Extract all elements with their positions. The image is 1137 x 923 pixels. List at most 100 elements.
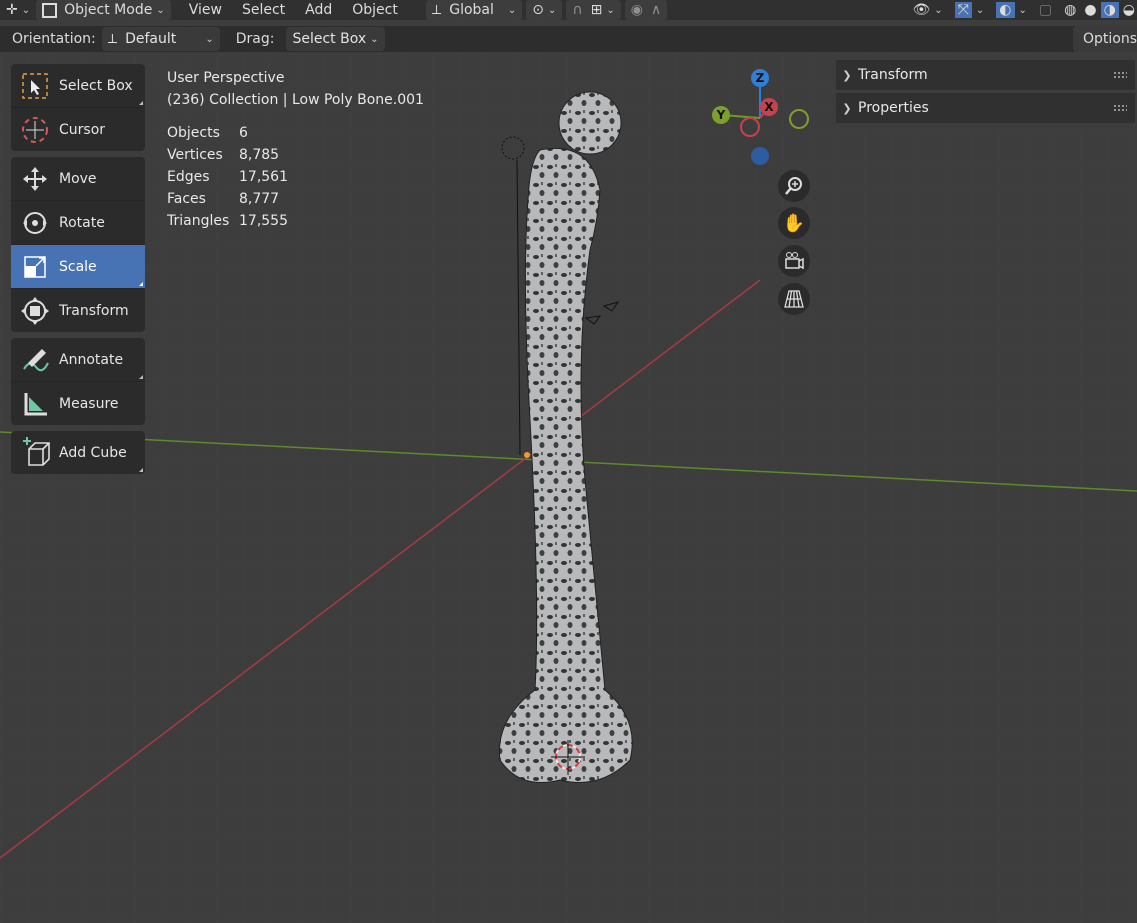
snap-toggle[interactable]: ∩ ⊞ ⌄ [566, 0, 621, 20]
menu-view[interactable]: View [183, 0, 228, 20]
snap-increment-icon: ⊞ [590, 2, 603, 18]
xray-icon: ▢ [1038, 2, 1053, 18]
perspective-toggle-button[interactable] [778, 283, 810, 315]
stat-row-triangles: Triangles 17,555 [167, 210, 288, 232]
stat-label: Objects [167, 125, 220, 141]
overlays-toggle[interactable]: ◐ ⌄ [990, 0, 1033, 20]
menu-select[interactable]: Select [236, 0, 291, 20]
pan-button[interactable]: ✋ [778, 207, 810, 239]
wireframe-shading-icon: ◍ [1064, 2, 1077, 18]
tool-scale[interactable]: Scale [11, 245, 145, 289]
navigation-gizmo[interactable]: Z Y X [700, 60, 820, 170]
cursor-icon [11, 108, 59, 151]
tool-move[interactable]: Move [11, 157, 145, 201]
toolbar-group-annotate: Annotate Measure [11, 338, 145, 425]
gizmo-neg-z[interactable] [751, 147, 769, 165]
chevron-down-icon: ⌄ [975, 4, 985, 16]
rotate-icon [11, 201, 59, 244]
options-button[interactable]: Options [1072, 26, 1137, 52]
chevron-down-icon: ⌄ [370, 33, 379, 45]
tool-variants-indicator [139, 101, 143, 105]
chevron-down-icon: ⌄ [21, 4, 31, 16]
gizmo-neg-y[interactable] [789, 109, 809, 129]
chevron-down-icon: ⌄ [548, 4, 557, 16]
chevron-right-icon: ❯ [842, 68, 852, 82]
editor-type-button[interactable]: ✛ ⌄ [0, 0, 36, 20]
chevron-down-icon: ⌄ [507, 4, 517, 16]
gizmo-neg-x[interactable] [740, 117, 760, 137]
toolbar-group-select: Select Box Cursor [11, 64, 145, 151]
solid-shading-icon: ● [1084, 2, 1097, 18]
toolbar-group-transform: Move Rotate Scale Transform [11, 157, 145, 332]
zoom-button[interactable] [778, 170, 810, 202]
overlays-icon: ◐ [996, 2, 1015, 18]
gizmo-toggle[interactable]: ⤧ ⌄ [949, 0, 991, 20]
panel-label: Transform [858, 67, 928, 83]
hand-icon: ✋ [782, 212, 806, 234]
visibility-dropdown[interactable]: 👁 ⌄ [907, 0, 949, 20]
stat-value: 17,561 [239, 169, 288, 185]
stat-label: Triangles [167, 213, 230, 229]
camera-view-button[interactable] [778, 245, 810, 277]
orientation-dropdown-value: Default [125, 31, 177, 47]
panel-transform[interactable]: ❯ Transform [836, 60, 1135, 90]
add-cube-icon [11, 431, 59, 474]
shading-material[interactable]: ◑ [1099, 0, 1121, 20]
xray-toggle[interactable]: ▢ [1033, 0, 1058, 20]
transform-orientation-dropdown[interactable]: ⟂ Global ⌄ [425, 0, 523, 20]
orientation-icon: ⟂ [107, 31, 118, 47]
drag-grip-icon[interactable] [1113, 71, 1127, 79]
snap-icon: ∩ [572, 2, 583, 18]
stat-value: 6 [239, 125, 248, 141]
toolbar: Select Box Cursor Move Rotate Scale Tran… [11, 64, 145, 480]
menu-add[interactable]: Add [299, 0, 338, 20]
material-shading-icon: ◑ [1100, 2, 1119, 18]
tool-measure[interactable]: Measure [11, 382, 145, 425]
panel-properties[interactable]: ❯ Properties [836, 93, 1135, 123]
move-icon [11, 157, 59, 200]
tool-select-box[interactable]: Select Box [11, 64, 145, 108]
tool-annotate[interactable]: Annotate [11, 338, 145, 382]
orientation-dropdown[interactable]: ⟂ Default ⌄ [101, 27, 220, 51]
chevron-down-icon: ⌄ [934, 4, 943, 16]
menu-object[interactable]: Object [346, 0, 404, 20]
gizmo-y-label: Y [716, 108, 726, 122]
falloff-icon: ∧ [651, 2, 662, 18]
tool-label: Cursor [59, 121, 106, 138]
stat-row-vertices: Vertices 8,785 [167, 144, 288, 166]
3d-viewport[interactable]: ✛ ⌄ Object Mode ⌄ View Select Add Object … [0, 0, 1137, 923]
options-label: Options [1082, 31, 1137, 47]
proportional-editing-icon: ◉ [630, 2, 643, 18]
zoom-icon [785, 177, 802, 195]
measure-icon [11, 382, 59, 425]
pivot-icon: ⊙ [532, 2, 545, 18]
drag-dropdown[interactable]: Select Box ⌄ [286, 27, 385, 51]
tool-variants-indicator [139, 375, 143, 379]
annotate-icon [11, 338, 59, 381]
tool-transform[interactable]: Transform [11, 289, 145, 332]
pivot-point-dropdown[interactable]: ⊙ ⌄ [526, 0, 563, 20]
orientation-label: Orientation: [12, 31, 96, 47]
shading-solid[interactable]: ● [1082, 0, 1098, 20]
drag-dropdown-value: Select Box [292, 31, 367, 47]
tool-add-cube[interactable]: Add Cube [11, 431, 145, 474]
scale-icon [11, 245, 59, 288]
mode-selector[interactable]: Object Mode ⌄ [36, 0, 171, 20]
tool-label: Select Box [59, 77, 133, 94]
proportional-editing-toggle[interactable]: ◉ ∧ [624, 0, 668, 20]
tool-rotate[interactable]: Rotate [11, 201, 145, 245]
drag-grip-icon[interactable] [1113, 104, 1127, 112]
tool-cursor[interactable]: Cursor [11, 108, 145, 151]
collection-info: (236) Collection | Low Poly Bone.001 [167, 92, 424, 108]
tool-label: Annotate [59, 351, 124, 368]
gizmo-x-label: X [764, 100, 774, 114]
shading-rendered[interactable]: ◒ [1121, 0, 1137, 20]
toolbar-group-add: Add Cube [11, 431, 145, 474]
camera-icon [785, 252, 804, 270]
orientation-icon: ⟂ [431, 2, 442, 18]
chevron-down-icon: ⌄ [156, 4, 165, 16]
scene-statistics: Objects 6 Vertices 8,785 Edges 17,561 Faces… [167, 122, 288, 232]
tool-label: Move [59, 170, 97, 187]
tool-label: Scale [59, 258, 97, 275]
shading-wireframe[interactable]: ◍ [1058, 0, 1082, 20]
